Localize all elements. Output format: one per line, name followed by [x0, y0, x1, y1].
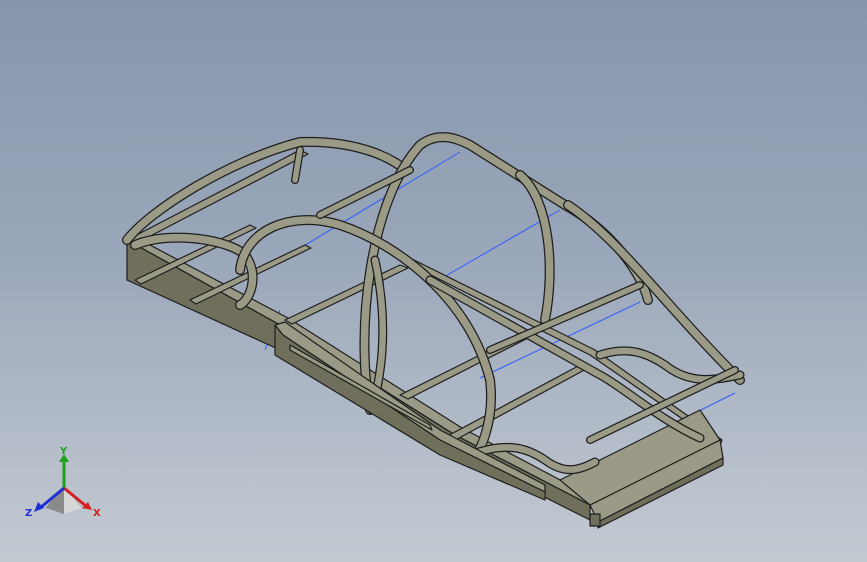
- rear-rail: [126, 149, 309, 245]
- floor-crossbar: [284, 264, 409, 325]
- coordinate-triad[interactable]: Y X Z: [22, 446, 106, 526]
- tube-frame-model[interactable]: [0, 0, 867, 562]
- y-axis-label: Y: [59, 446, 68, 457]
- z-axis-arrowhead: [34, 502, 44, 512]
- z-axis-label: Z: [25, 508, 32, 519]
- floor-crossbar: [439, 364, 589, 445]
- x-axis-label: X: [93, 508, 101, 519]
- front-end-cap: [589, 513, 601, 527]
- chassis-rails: [126, 149, 724, 529]
- graphics-viewport[interactable]: Y X Z: [0, 0, 867, 562]
- main-hoop: [359, 132, 653, 415]
